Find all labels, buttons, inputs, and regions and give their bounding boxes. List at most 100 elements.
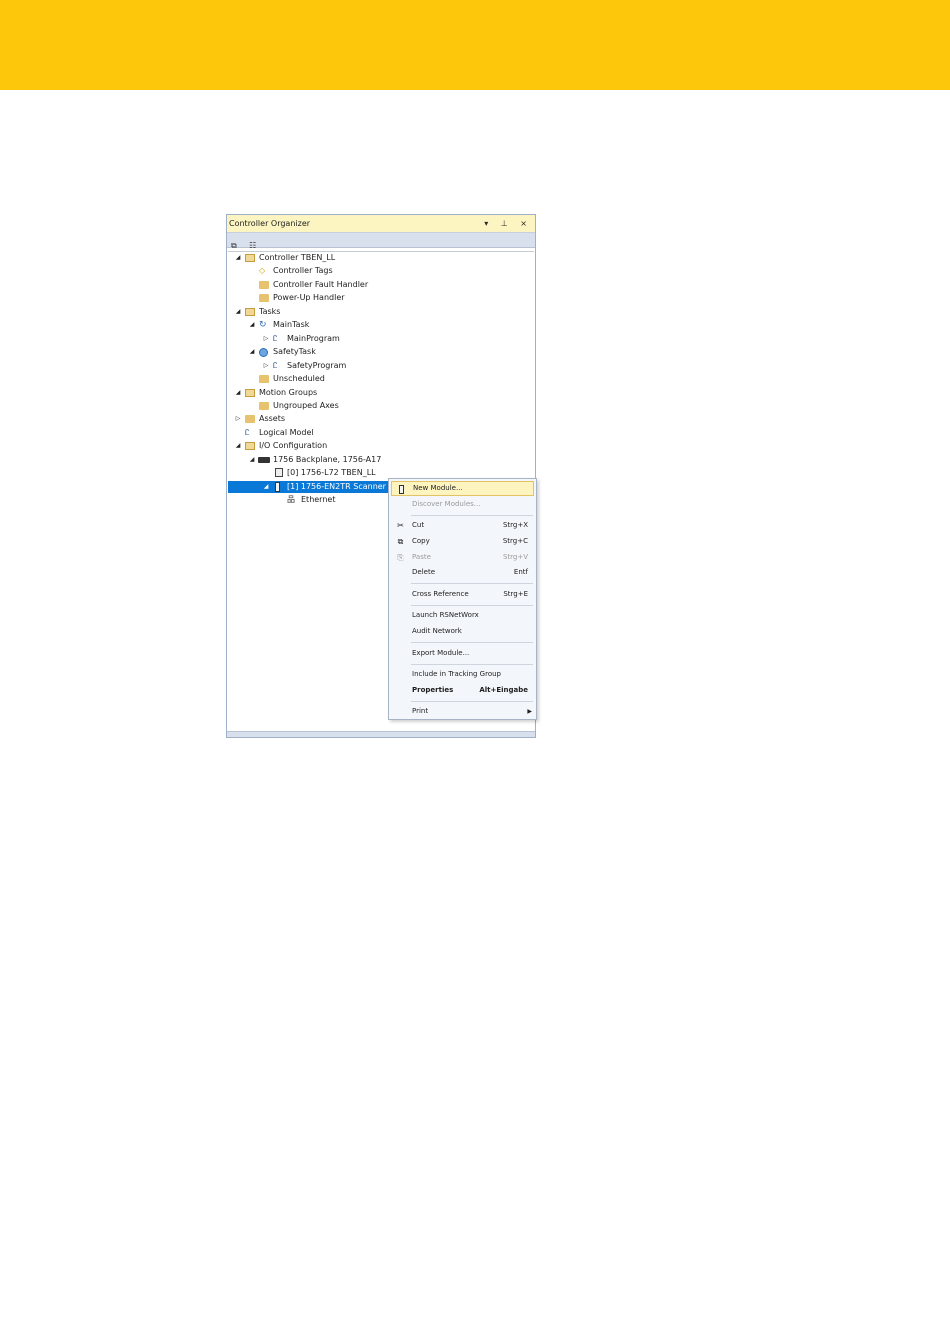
logical-model-icon: Ꮭ (245, 428, 250, 437)
collapse-arrow-icon[interactable]: ▷ (262, 333, 270, 345)
tree-item-label: Motion Groups (259, 388, 318, 397)
menu-item-delete[interactable]: Delete Entf (391, 565, 534, 580)
header-accent-band (0, 0, 950, 90)
expand-arrow-icon[interactable]: ◢ (262, 481, 270, 493)
copy-icon: ⧉ (397, 537, 404, 546)
tree-item-en2tr-scanner[interactable]: ◢ [1] 1756-EN2TR Scanner (228, 481, 388, 493)
network-icon: 品 (287, 495, 295, 504)
collapse-arrow-icon[interactable]: ▷ (234, 413, 242, 425)
folder-icon (259, 294, 269, 302)
folder-open-icon (245, 308, 255, 316)
tree-item-label: Assets (259, 414, 286, 423)
tree-item-tasks[interactable]: ◢ Tasks (228, 306, 536, 318)
panel-scrollbar-area[interactable] (227, 731, 535, 737)
tree-item-label: Ungrouped Axes (273, 401, 339, 410)
menu-separator (411, 605, 533, 606)
context-menu: New Module... Discover Modules... ✂ Cut … (388, 478, 537, 720)
menu-item-discover-modules[interactable]: Discover Modules... (391, 497, 534, 512)
panel-window-buttons[interactable]: ▾ ⊥ × (484, 215, 532, 232)
folder-icon (259, 402, 269, 410)
tree-item-ethernet[interactable]: 品 Ethernet (228, 494, 388, 506)
program-icon: Ꮭ (273, 361, 278, 370)
menu-item-paste[interactable]: ⎘ Paste Strg+V (391, 550, 534, 565)
tree-item-fault-handler[interactable]: Controller Fault Handler (228, 279, 536, 291)
menu-item-properties[interactable]: Properties Alt+Eingabe (391, 683, 534, 698)
tree-item-powerup-handler[interactable]: Power-Up Handler (228, 292, 536, 304)
expand-arrow-icon[interactable]: ◢ (234, 252, 242, 264)
submenu-arrow-icon: ▶ (527, 708, 532, 715)
tree-item-controller-tags[interactable]: ◇ Controller Tags (228, 265, 536, 277)
menu-item-audit-network[interactable]: Audit Network (391, 624, 534, 639)
menu-separator (411, 515, 533, 516)
module-icon (399, 485, 404, 494)
tree-item-ungrouped-axes[interactable]: Ungrouped Axes (228, 400, 536, 412)
tree-item-assets[interactable]: ▷ Assets (228, 413, 536, 425)
safety-task-icon (259, 348, 268, 357)
tag-icon: ◇ (259, 266, 266, 275)
tree-item-label: [0] 1756-L72 TBEN_LL (287, 468, 376, 477)
menu-item-include-tracking-group[interactable]: Include in Tracking Group (391, 667, 534, 682)
menu-separator (411, 664, 533, 665)
folder-icon (245, 415, 255, 423)
tree-item-motion-groups[interactable]: ◢ Motion Groups (228, 387, 536, 399)
ethernet-module-icon (275, 482, 280, 492)
menu-item-print[interactable]: Print ▶ (391, 704, 534, 719)
menu-item-copy[interactable]: ⧉ Copy Strg+C (391, 534, 534, 549)
paste-icon: ⎘ (397, 553, 404, 562)
program-icon: Ꮭ (273, 334, 278, 343)
panel-title: Controller Organizer (229, 219, 311, 228)
menu-separator (411, 701, 533, 702)
folder-open-icon (245, 389, 255, 397)
menu-item-cut[interactable]: ✂ Cut Strg+X (391, 518, 534, 533)
expand-arrow-icon[interactable]: ◢ (248, 319, 256, 331)
tree-item-label: Logical Model (259, 428, 314, 437)
tree-item-backplane[interactable]: ◢ 1756 Backplane, 1756-A17 (228, 454, 536, 466)
cut-icon: ✂ (397, 521, 404, 530)
tree-item-unscheduled[interactable]: Unscheduled (228, 373, 536, 385)
tree-item-controller[interactable]: ◢ Controller TBEN_LL (228, 252, 536, 264)
tree-item-io-configuration[interactable]: ◢ I/O Configuration (228, 440, 536, 452)
menu-item-cross-reference[interactable]: Cross Reference Strg+E (391, 587, 534, 602)
backplane-icon (258, 457, 270, 463)
tree-item-safetytask[interactable]: ◢ SafetyTask (228, 346, 536, 358)
panel-toolbar: ⧉ ☷ (227, 233, 535, 250)
folder-icon (259, 281, 269, 289)
menu-separator (411, 642, 533, 643)
collapse-arrow-icon[interactable]: ▷ (262, 360, 270, 372)
menu-item-export-module[interactable]: Export Module... (391, 646, 534, 661)
task-cycle-icon: ↻ (259, 320, 267, 330)
tree-item-label: Controller Fault Handler (273, 280, 369, 289)
tree-item-label: Power-Up Handler (273, 293, 345, 302)
panel-title-bar: Controller Organizer ▾ ⊥ × (227, 215, 535, 233)
tree-item-label: Tasks (259, 307, 281, 316)
tree-item-logical-model[interactable]: Ꮭ Logical Model (228, 427, 536, 439)
expand-arrow-icon[interactable]: ◢ (248, 346, 256, 358)
expand-arrow-icon[interactable]: ◢ (234, 387, 242, 399)
tree-item-label: Controller TBEN_LL (259, 253, 336, 262)
menu-item-launch-rsnetworx[interactable]: Launch RSNetWorx (391, 608, 534, 623)
menu-item-new-module[interactable]: New Module... (391, 481, 534, 496)
tree-item-label: MainTask (273, 320, 310, 329)
tree-item-maintask[interactable]: ◢ ↻ MainTask (228, 319, 536, 331)
tree-item-label: SafetyProgram (287, 361, 347, 370)
tree-item-label: MainProgram (287, 334, 340, 343)
tree-item-label: Ethernet (301, 495, 336, 504)
tree-item-label: Unscheduled (273, 374, 325, 383)
tree-item-label: I/O Configuration (259, 441, 328, 450)
menu-separator (411, 583, 533, 584)
folder-icon (259, 375, 269, 383)
tree-item-mainprogram[interactable]: ▷ Ꮭ MainProgram (228, 333, 536, 345)
expand-arrow-icon[interactable]: ◢ (234, 440, 242, 452)
collapse-all-icon[interactable]: ⧉ (231, 241, 242, 250)
tree-item-label: Controller Tags (273, 266, 333, 275)
tree-item-label: [1] 1756-EN2TR Scanner (287, 482, 386, 491)
folder-open-icon (245, 254, 255, 262)
expand-arrow-icon[interactable]: ◢ (234, 306, 242, 318)
tree-item-label: SafetyTask (273, 347, 316, 356)
tree-item-label: 1756 Backplane, 1756-A17 (273, 455, 382, 464)
tree-item-safetyprogram[interactable]: ▷ Ꮭ SafetyProgram (228, 360, 536, 372)
controller-module-icon (275, 468, 283, 477)
expand-arrow-icon[interactable]: ◢ (248, 454, 256, 466)
expand-all-icon[interactable]: ☷ (249, 241, 260, 250)
folder-open-icon (245, 442, 255, 450)
